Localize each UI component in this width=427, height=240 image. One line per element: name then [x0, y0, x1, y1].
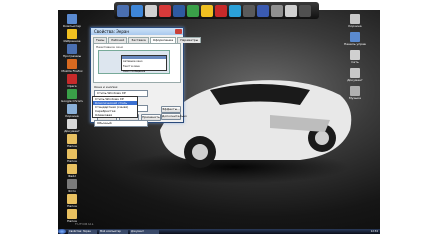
app-icon-7[interactable]	[201, 4, 213, 17]
desktop-icon[interactable]: Mozilla Firefox	[61, 59, 83, 73]
app-icon-12[interactable]	[271, 4, 283, 17]
desktop-icon[interactable]: Файл	[62, 164, 82, 178]
app-icon-5[interactable]	[173, 4, 185, 17]
desktop-icon[interactable]: Панель управления	[344, 32, 366, 46]
preview-window: Активное окно Текст в окне Окно сообщени…	[121, 55, 167, 73]
dialog-tabs: ТемыРабочий столЗаставкаОформлениеПараме…	[91, 35, 202, 47]
desktop-icon[interactable]: Музыка	[345, 86, 365, 100]
app-icon-1[interactable]	[117, 4, 129, 17]
apply-button[interactable]: Применить	[141, 114, 161, 121]
app-icon-4[interactable]	[159, 4, 171, 17]
desktop-icon-label: Mozilla Firefox	[61, 69, 83, 73]
app-icon-11[interactable]	[257, 4, 269, 17]
style-dropdown-list[interactable]: Стиль Windows XP Классический стиль Станда…	[92, 96, 138, 118]
taskbar-item[interactable]: Документ	[130, 229, 159, 234]
desktop-icon-label: Музыка	[349, 96, 361, 100]
app-icon-8[interactable]	[215, 4, 227, 17]
desktop-icon[interactable]: Документ	[345, 68, 365, 82]
desktop-icon-label: Программы	[62, 54, 82, 58]
top-dock	[114, 2, 319, 19]
preview-label: Неактивное окно	[96, 45, 124, 49]
app-icon-13[interactable]	[285, 4, 297, 17]
desktop-icon-image	[67, 119, 77, 129]
desktop-icon[interactable]: Папка	[62, 194, 82, 208]
watermark: TUTORIAL	[75, 222, 94, 226]
app-icon-6[interactable]	[187, 4, 199, 17]
desktop-icon-image	[67, 89, 77, 99]
letterbox-left	[0, 0, 58, 240]
desktop-icon-label: Избранное	[63, 39, 81, 43]
desktop-icon-label: Папка	[67, 204, 77, 208]
desktop-icon-label: Папка	[67, 159, 77, 163]
font-size-select[interactable]: Обычный	[94, 120, 148, 127]
desktop-icon[interactable]: Корзина	[62, 104, 82, 118]
preview-message: Окно сообщения	[123, 70, 146, 73]
preview-area: Активное окно Текст в окне Окно сообщени…	[98, 50, 170, 74]
desktop-icon[interactable]: Папка	[62, 134, 82, 148]
desktop-icon[interactable]: Программы	[62, 44, 82, 58]
letterbox-bottom	[0, 234, 427, 240]
desktop-icon-label: Фото	[67, 189, 76, 193]
desktop-icon-image	[67, 29, 77, 39]
desktop-icon[interactable]: Избранное	[62, 29, 82, 43]
desktop-icon-image	[350, 86, 360, 96]
desktop-icon-image	[67, 44, 77, 54]
desktop-icon-label: Корзина	[65, 114, 79, 118]
advanced-button[interactable]: Дополнительно	[161, 113, 187, 120]
desktop-icon-label: Панель управления	[344, 42, 366, 46]
desktop-icon-image	[67, 74, 77, 84]
app-icon-2[interactable]	[131, 4, 143, 17]
desktop-icon[interactable]: Компьютер	[62, 14, 82, 28]
desktop-icon-label: Opera	[67, 84, 77, 88]
desktop-icon-image	[67, 134, 77, 144]
desktop-icon-image	[350, 50, 360, 60]
app-icon-3[interactable]	[145, 4, 157, 17]
desktop-icon-label: Папка	[67, 144, 77, 148]
desktop-icon-image	[67, 164, 77, 174]
taskbar-item[interactable]: Свойства: Экран	[68, 229, 97, 234]
desktop-icon[interactable]: Папка	[62, 149, 82, 163]
app-icon-10[interactable]	[243, 4, 255, 17]
close-icon[interactable]	[175, 29, 182, 34]
desktop-icon-label: Файл	[67, 174, 77, 178]
taskbar-item[interactable]: Мой компьютер	[99, 229, 128, 234]
desktop-icon-image	[67, 209, 77, 219]
desktop-icon-image	[67, 179, 77, 189]
desktop-icon-image	[67, 14, 77, 24]
desktop-icon-image	[350, 14, 360, 24]
desktop-icon[interactable]: Opera	[62, 74, 82, 88]
desktop-icon-label: Документ	[64, 129, 80, 133]
effects-button[interactable]: Эффекты...	[161, 106, 181, 113]
desktop-icon-image	[350, 32, 360, 42]
dropdown-item[interactable]: Оливковая	[93, 113, 137, 117]
letterbox-right	[380, 0, 427, 240]
desktop-icon-label: Google Chrome	[61, 99, 83, 103]
desktop-icon-image	[350, 68, 360, 78]
desktop-icon[interactable]: Папка	[62, 209, 82, 223]
desktop-icon[interactable]: Документ	[62, 119, 82, 133]
app-icon-9[interactable]	[229, 4, 241, 17]
clock: 12:34	[370, 230, 378, 233]
desktop-icon-label: Корзина	[348, 24, 362, 28]
desktop-icon-image	[67, 104, 77, 114]
desktop-icon-image	[67, 194, 77, 204]
desktop-screen: Компьютер Избранное Программы Mozilla Firef…	[0, 0, 427, 240]
desktop-icon-label: Сеть	[351, 60, 359, 64]
desktop-icon[interactable]: Фото	[62, 179, 82, 193]
desktop-icon[interactable]: Google Chrome	[61, 89, 83, 103]
desktop-icon[interactable]: Корзина	[345, 14, 365, 28]
desktop-icon-image	[67, 59, 77, 69]
desktop-icon-image	[67, 149, 77, 159]
start-button[interactable]	[58, 229, 66, 234]
preview-panel: Неактивное окно Активное окно Текст в ок…	[93, 43, 181, 83]
dialog-title: Свойства: Экран	[91, 28, 183, 35]
taskbar: Свойства: Экран Мой компьютер Документ 1…	[58, 229, 380, 234]
desktop-icon-label: Документ	[347, 78, 363, 82]
windows-buttons-label: Окна и кнопки:	[94, 85, 119, 89]
desktop-icon-label: Компьютер	[63, 24, 81, 28]
app-icon-14[interactable]	[299, 4, 311, 17]
desktop-icon[interactable]: Сеть	[345, 50, 365, 64]
